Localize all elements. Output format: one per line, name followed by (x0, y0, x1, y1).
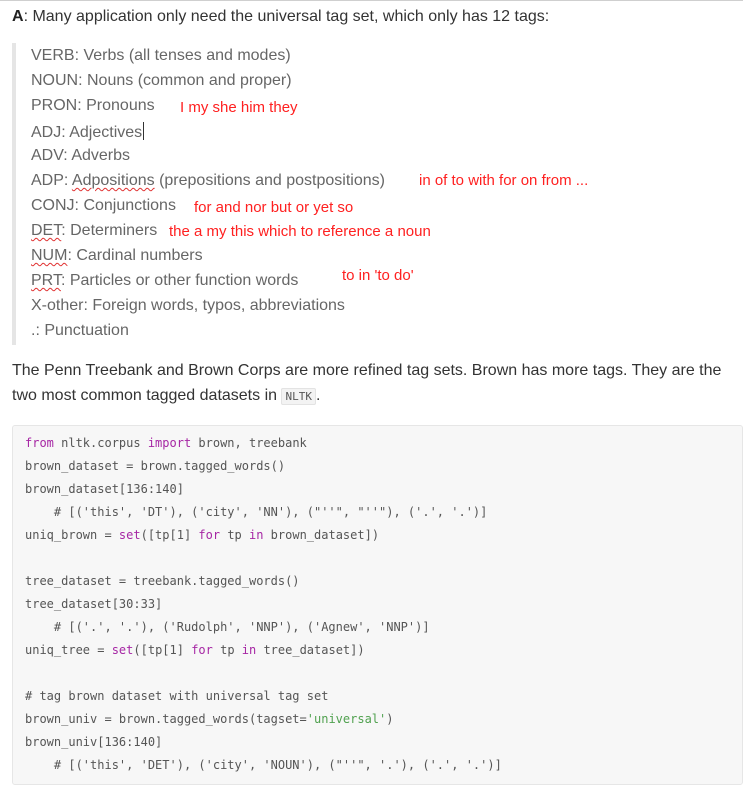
tag-verb: VERB: Verbs (all tenses and modes) (31, 47, 291, 65)
code-text: brown_dataset = brown.tagged_words() (25, 459, 286, 473)
annotation-conj: for and nor but or yet so (194, 199, 354, 216)
code-line-8: # [('.', '.'), ('Rudolph', 'NNP'), ('Agn… (25, 620, 430, 634)
code-line-4: # [('this', 'DT'), ('city', 'NN'), ("''"… (25, 505, 487, 519)
code-comment: # tag brown dataset with universal tag s… (25, 689, 329, 703)
description-paragraph: The Penn Treebank and Brown Corps are mo… (12, 358, 732, 409)
tag-text: X-other: Foreign words, typos, abbreviat… (31, 297, 345, 314)
code-text: ([tp[1] (133, 643, 192, 657)
code-line-12: brown_univ[136:140] (25, 735, 162, 749)
tag-text: NOUN: Nouns (common and proper) (31, 72, 292, 89)
keyword: for (191, 643, 213, 657)
code-text: tree_dataset]) (256, 643, 365, 657)
annotation-det: the a my this which to reference a noun (169, 223, 431, 240)
code-text: tp (220, 528, 249, 542)
tag-conj: CONJ: Conjunctions (31, 197, 176, 215)
code-text: uniq_tree = (25, 643, 112, 657)
code-line-10: # tag brown dataset with universal tag s… (25, 689, 328, 703)
tag-text: CONJ: Conjunctions (31, 197, 176, 214)
code-text: brown, treebank (191, 436, 307, 450)
code-string: 'universal' (306, 712, 387, 726)
answer-label: A (12, 8, 24, 25)
annotation-adp: in of to with for on from ... (419, 172, 589, 189)
keyword: set (118, 528, 141, 542)
keyword: set (111, 643, 134, 657)
code-text: brown_dataset]) (263, 528, 380, 542)
paragraph-text: The Penn Treebank and Brown Corps are mo… (12, 362, 722, 404)
code-text: nltk.corpus (53, 436, 148, 450)
tag-text: PRON: Pronouns (31, 97, 155, 114)
top-divider (0, 0, 743, 1)
tag-text: ADV: Adverbs (31, 147, 131, 164)
code-line-3: brown_dataset[136:140] (25, 482, 184, 496)
code-comment: # [('this', 'DT'), ('city', 'NN'), ("''"… (25, 505, 488, 519)
annotation-pron: I my she him they (180, 99, 298, 116)
tag-text: : Particles or other function words (60, 272, 299, 289)
code-text: tree_dataset[30:33] (25, 597, 163, 611)
tag-punct: .: Punctuation (31, 322, 129, 340)
spellcheck-word: NUM (31, 247, 68, 264)
spellcheck-word: DET (31, 222, 62, 239)
code-line-7: tree_dataset[30:33] (25, 597, 162, 611)
tag-det: DET: Determiners (31, 222, 157, 240)
tag-adp: ADP: Adpositions (prepositions and postp… (31, 172, 385, 190)
keyword: in (241, 643, 257, 657)
spellcheck-word: PRT (31, 272, 61, 289)
code-line-6: tree_dataset = treebank.tagged_words() (25, 574, 300, 588)
keyword: import (147, 436, 192, 450)
code-line-1: from nltk.corpus import brown, treebank (25, 436, 307, 450)
code-line-5: uniq_brown = set([tp[1] for tp in brown_… (25, 528, 379, 542)
code-text: brown_univ = brown.tagged_words(tagset= (25, 712, 307, 726)
code-text: brown_univ[136:140] (25, 735, 163, 749)
tag-text: : Determiners (61, 222, 158, 239)
tag-x: X-other: Foreign words, typos, abbreviat… (31, 297, 345, 315)
inline-code: NLTK (281, 388, 316, 405)
annotation-prt: to in 'to do' (342, 267, 414, 284)
code-text: tp (212, 643, 242, 657)
tag-noun: NOUN: Nouns (common and proper) (31, 72, 292, 90)
code-text: ) (386, 712, 394, 726)
paragraph-end: . (315, 387, 321, 404)
code-line-13: # [('this', 'DET'), ('city', 'NOUN'), ("… (25, 758, 502, 772)
tag-text: .: Punctuation (31, 322, 129, 339)
tag-text: (prepositions and postpositions) (154, 172, 385, 189)
tag-pron: PRON: Pronouns (31, 97, 155, 115)
code-text: ([tp[1] (140, 528, 199, 542)
code-comment: # [('this', 'DET'), ('city', 'NOUN'), ("… (25, 758, 502, 772)
tag-adv: ADV: Adverbs (31, 147, 130, 165)
keyword: in (249, 528, 264, 542)
code-line-2: brown_dataset = brown.tagged_words() (25, 459, 285, 473)
tag-text: VERB: Verbs (all tenses and modes) (31, 47, 291, 64)
text-caret (143, 122, 145, 140)
tag-text: ADP: (31, 172, 72, 189)
code-comment: # [('.', '.'), ('Rudolph', 'NNP'), ('Agn… (25, 620, 430, 634)
code-text: uniq_brown = (25, 528, 119, 542)
answer-intro: A: Many application only need the univer… (12, 8, 549, 26)
code-line-11: brown_univ = brown.tagged_words(tagset='… (25, 712, 393, 726)
code-text: brown_dataset[136:140] (25, 482, 184, 496)
tag-text: : Cardinal numbers (67, 247, 203, 264)
spellcheck-word: Adpositions (71, 172, 155, 189)
code-text: tree_dataset = treebank.tagged_words() (25, 574, 300, 588)
tag-adj[interactable]: ADJ: Adjectives (31, 122, 145, 142)
keyword: from (25, 436, 54, 450)
keyword: for (198, 528, 221, 542)
tag-num: NUM: Cardinal numbers (31, 247, 203, 265)
tag-prt: PRT: Particles or other function words (31, 272, 298, 290)
answer-intro-text: : Many application only need the univers… (23, 8, 550, 25)
tag-text: ADJ: Adjectives (31, 124, 143, 141)
code-line-9: uniq_tree = set([tp[1] for tp in tree_da… (25, 643, 365, 657)
